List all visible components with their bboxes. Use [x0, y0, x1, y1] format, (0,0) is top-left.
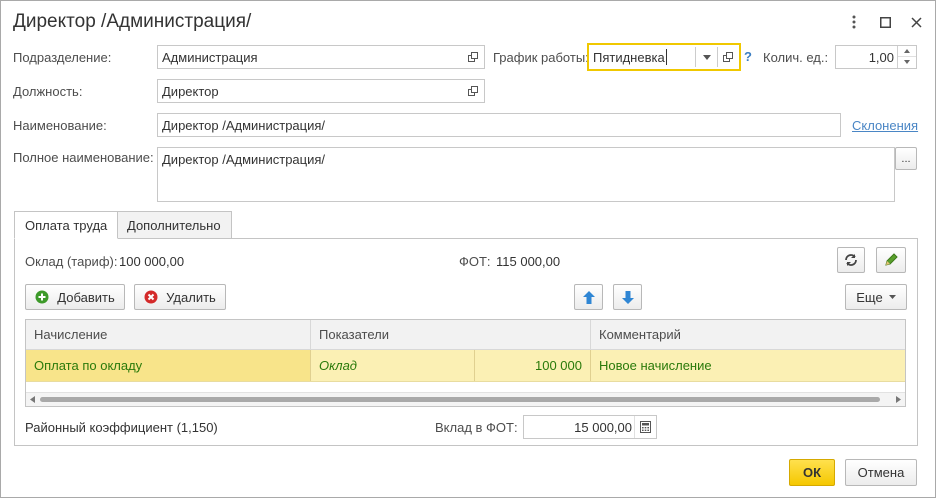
tab-additional-label: Дополнительно [127, 217, 221, 233]
subdivision-value: Администрация [162, 49, 258, 65]
more-button[interactable]: Еще [845, 284, 907, 310]
salary-label: Оклад (тариф): [25, 254, 118, 269]
subdivision-label: Подразделение: [13, 50, 112, 65]
declensions-link[interactable]: Склонения [852, 118, 918, 133]
schedule-dropdown-icon[interactable] [696, 46, 718, 68]
units-stepper[interactable] [897, 46, 916, 68]
delete-icon [144, 290, 158, 304]
district-coefficient-label: Районный коэффициент (1,150) [25, 420, 218, 435]
maximize-icon[interactable] [875, 12, 895, 32]
units-value: 1,00 [868, 49, 894, 65]
move-down-button[interactable] [613, 284, 642, 310]
table-header: Начисление Показатели Комментарий [26, 320, 905, 350]
contribution-value: 15 000,00 [574, 419, 632, 435]
cancel-button[interactable]: Отмена [845, 459, 917, 486]
tab-pay-label: Оплата труда [25, 217, 108, 233]
position-open-icon[interactable] [462, 80, 484, 102]
tab-pay[interactable]: Оплата труда [14, 211, 119, 239]
calculator-icon[interactable] [634, 416, 656, 438]
salary-value: 100 000,00 [119, 254, 185, 269]
window-title: Директор /Администрация/ [13, 11, 252, 32]
arrow-down-icon [621, 290, 634, 304]
scroll-left-icon[interactable] [30, 396, 35, 403]
schedule-open-icon[interactable] [717, 46, 739, 68]
fullname-label: Полное наименование: [13, 150, 154, 165]
scroll-right-icon[interactable] [896, 396, 901, 403]
close-icon[interactable] [906, 12, 926, 32]
tab-additional[interactable]: Дополнительно [116, 211, 232, 239]
scrollbar-thumb[interactable] [40, 397, 880, 402]
more-button-label: Еще [856, 289, 883, 305]
fullname-edit-button[interactable]: ... [895, 147, 917, 170]
position-label: Должность: [13, 84, 83, 99]
add-button-label: Добавить [57, 289, 115, 305]
column-header-accrual[interactable]: Начисление [26, 320, 311, 350]
schedule-value: Пятидневка [593, 49, 665, 65]
help-icon[interactable]: ? [744, 49, 752, 64]
contribution-label: Вклад в ФОТ: [435, 420, 518, 435]
cell-amount[interactable]: 100 000 [475, 350, 591, 381]
ok-button[interactable]: ОК [789, 459, 835, 486]
move-up-button[interactable] [574, 284, 603, 310]
column-header-indicators[interactable]: Показатели [311, 320, 591, 350]
refresh-button[interactable] [837, 247, 865, 273]
fullname-field[interactable]: Директор /Администрация/ [157, 147, 895, 202]
schedule-label: График работы: [493, 50, 589, 65]
cell-indicator[interactable]: Оклад [311, 350, 475, 381]
stepper-down-icon[interactable] [898, 57, 916, 67]
position-field[interactable]: Директор [157, 79, 485, 103]
subdivision-open-icon[interactable] [462, 46, 484, 68]
position-value: Директор [162, 83, 219, 99]
table-row[interactable]: Оплата по окладу Оклад 100 000 Новое нач… [26, 350, 905, 382]
subdivision-field[interactable]: Администрация [157, 45, 485, 69]
units-label: Колич. ед.: [763, 50, 829, 65]
name-field[interactable]: Директор /Администрация/ [157, 113, 841, 137]
dialog-window: Директор /Администрация/ Подразделение: … [0, 0, 936, 498]
pencil-icon [885, 253, 898, 266]
cell-accrual[interactable]: Оплата по окладу [26, 350, 311, 381]
delete-button-label: Удалить [166, 289, 216, 305]
stepper-up-icon[interactable] [898, 46, 916, 57]
chevron-down-icon [888, 295, 896, 299]
column-header-comment[interactable]: Комментарий [591, 320, 905, 350]
fot-value: 115 000,00 [496, 254, 561, 269]
refresh-icon [845, 254, 857, 266]
edit-button[interactable] [876, 247, 906, 273]
add-icon [35, 290, 49, 304]
add-button[interactable]: Добавить [25, 284, 125, 310]
horizontal-scrollbar[interactable] [26, 392, 905, 406]
fot-label: ФОТ: [459, 254, 491, 269]
fullname-value: Директор /Администрация/ [162, 152, 326, 167]
more-menu-icon[interactable] [844, 12, 864, 32]
arrow-up-icon [582, 290, 595, 304]
cell-comment[interactable]: Новое начисление [591, 350, 905, 381]
name-value: Директор /Администрация/ [162, 117, 326, 133]
delete-button[interactable]: Удалить [134, 284, 226, 310]
accruals-table: Начисление Показатели Комментарий Оплата… [25, 319, 906, 407]
name-label: Наименование: [13, 118, 107, 133]
